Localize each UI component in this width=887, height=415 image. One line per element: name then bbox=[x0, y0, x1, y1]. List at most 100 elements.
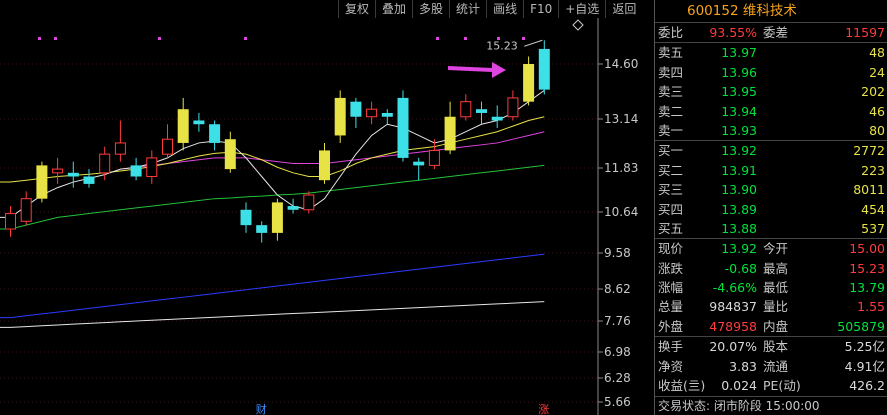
quote-row: 涨跌 -0.68 最高 15.23 bbox=[655, 259, 887, 278]
quote-row: 换手 20.07% 股本 5.25亿 bbox=[655, 337, 887, 356]
weicha-value: 11597 bbox=[845, 25, 885, 40]
axis-tick-label: 5.66 bbox=[604, 395, 631, 409]
quote-label: 卖二 bbox=[658, 103, 684, 119]
axis-tick-label: 11.83 bbox=[604, 161, 638, 175]
quote-value2: 223 bbox=[861, 162, 885, 178]
candle-body bbox=[162, 138, 173, 155]
quote-row: 买五 13.88 537 bbox=[655, 219, 887, 238]
quote-stats: 现价 13.92 今开 15.00 涨跌 -0.68 最高 15.23 涨幅 -4.66% 最低 13… bbox=[655, 239, 887, 336]
candle-body bbox=[240, 209, 252, 226]
quote-label: 外盘 bbox=[658, 318, 684, 334]
candle-body bbox=[209, 124, 221, 143]
quote-label: 买四 bbox=[658, 201, 684, 217]
quote-value2: 24 bbox=[869, 64, 885, 80]
quote-value2: 2772 bbox=[853, 143, 885, 159]
quote-value: 3.83 bbox=[729, 358, 757, 374]
diamond-icon[interactable] bbox=[572, 19, 584, 31]
high-leader-line bbox=[524, 39, 543, 47]
candle-body bbox=[193, 120, 205, 125]
axis-tick-label: 14.60 bbox=[604, 57, 638, 71]
toolbar-button-6[interactable]: +自选 bbox=[558, 0, 605, 18]
quote-label: 买二 bbox=[658, 162, 684, 178]
toolbar-button-1[interactable]: 叠加 bbox=[375, 0, 412, 18]
quote-value: -0.68 bbox=[724, 260, 757, 276]
candle-body bbox=[428, 149, 440, 166]
toolbar-button-4[interactable]: 画线 bbox=[486, 0, 523, 18]
quote-value2: 5.25亿 bbox=[844, 339, 885, 355]
quote-label: 卖三 bbox=[658, 84, 684, 100]
quote-value2: 1.55 bbox=[857, 299, 885, 315]
weicha-label: 委差 bbox=[763, 25, 789, 40]
quote-value: 13.89 bbox=[721, 201, 757, 217]
quote-value: 13.95 bbox=[721, 84, 757, 100]
quote-value: 13.97 bbox=[721, 45, 757, 61]
event-marker[interactable]: 涨 bbox=[538, 403, 549, 415]
candle-body bbox=[491, 116, 503, 121]
candle-body bbox=[83, 176, 95, 184]
quote-value: 13.92 bbox=[721, 241, 757, 257]
candle-body bbox=[20, 198, 32, 222]
toolbar-button-5[interactable]: F10 bbox=[523, 0, 558, 18]
candle-body bbox=[52, 168, 64, 174]
axis-tick-label: 13.14 bbox=[604, 112, 638, 126]
quote-row: 净资 3.83 流通 4.91亿 bbox=[655, 357, 887, 376]
candle-body bbox=[381, 112, 393, 117]
axis-tick-label: 6.98 bbox=[604, 345, 631, 359]
quote-value2: 13.79 bbox=[849, 280, 885, 296]
quote-row: 买二 13.91 223 bbox=[655, 161, 887, 180]
quote-value2: 8011 bbox=[853, 182, 885, 198]
quote-value: 13.96 bbox=[721, 64, 757, 80]
quote-label2: 内盘 bbox=[763, 318, 789, 334]
quote-value2: 4.91亿 bbox=[844, 358, 885, 374]
candle-body bbox=[36, 165, 48, 199]
toolbar-button-2[interactable]: 多股 bbox=[412, 0, 449, 18]
signal-dot bbox=[54, 37, 57, 40]
toolbar-button-0[interactable]: 复权 bbox=[338, 0, 375, 18]
chart-toolbar: 复权 叠加 多股 统计 画线 F10 +自选 返回 bbox=[338, 0, 642, 18]
candle-body bbox=[5, 213, 16, 230]
quote-row: 卖五 13.97 48 bbox=[655, 43, 887, 62]
quote-value2: 80 bbox=[869, 122, 885, 138]
quote-value2: 48 bbox=[869, 45, 885, 61]
quote-value: 13.92 bbox=[721, 143, 757, 159]
buy-order-book: 买一 13.92 2772 买二 13.91 223 买三 13.90 8011 买四 13.89 4… bbox=[655, 141, 887, 238]
ma250-line bbox=[0, 301, 545, 328]
quote-value2: 202 bbox=[861, 84, 885, 100]
high-price-label: 15.23 bbox=[486, 39, 518, 52]
quote-label: 卖四 bbox=[658, 64, 684, 80]
axis-tick-label: 10.64 bbox=[604, 205, 638, 219]
sell-order-book: 卖五 13.97 48 卖四 13.96 24 卖三 13.95 202 卖二 13.94 46 卖一 1… bbox=[655, 43, 887, 140]
signal-dot bbox=[464, 37, 467, 40]
axis-tick-label: 6.28 bbox=[604, 371, 631, 385]
quote-label: 收益(亖) bbox=[658, 378, 706, 394]
quote-label2: 今开 bbox=[763, 241, 789, 257]
fundamentals: 换手 20.07% 股本 5.25亿 净资 3.83 流通 4.91亿 收益(亖) 0.024 PE… bbox=[655, 337, 887, 395]
quote-label: 买五 bbox=[658, 220, 684, 236]
quote-row: 总量 984837 量比 1.55 bbox=[655, 297, 887, 316]
quote-label: 换手 bbox=[658, 339, 684, 355]
quote-panel: 600152 维科技术 委比 93.55% 委差 11597 卖五 13.97 48… bbox=[654, 0, 887, 415]
quote-value2: 426.2 bbox=[849, 378, 885, 394]
toolbar-button-3[interactable]: 统计 bbox=[449, 0, 486, 18]
event-marker[interactable]: 财 bbox=[256, 402, 267, 415]
quote-value2: 454 bbox=[861, 201, 885, 217]
quote-label: 涨跌 bbox=[658, 260, 684, 276]
toolbar-button-7[interactable]: 返回 bbox=[605, 0, 642, 18]
candle-body bbox=[224, 139, 236, 170]
signal-dot bbox=[38, 37, 41, 40]
candle-body bbox=[413, 161, 425, 166]
ma120-line bbox=[0, 253, 545, 319]
candle-body bbox=[507, 97, 519, 118]
quote-row: 外盘 478958 内盘 505879 bbox=[655, 317, 887, 336]
kline-chart[interactable]: 14.60 13.14 11.83 10.64 9.58 8.62 7.76 6.98 6.28… bbox=[0, 0, 654, 415]
candle-body bbox=[319, 150, 330, 181]
quote-value2: 46 bbox=[869, 103, 885, 119]
quote-label2: PE(动) bbox=[763, 378, 801, 394]
quote-label2: 量比 bbox=[763, 299, 789, 315]
quote-value: 478958 bbox=[709, 318, 757, 334]
weibi-row: 委比 93.55% 委差 11597 bbox=[655, 23, 887, 42]
candle-body bbox=[538, 48, 550, 90]
candle-body bbox=[444, 116, 456, 151]
quote-value: 13.90 bbox=[721, 182, 757, 198]
quote-value2: 15.00 bbox=[849, 241, 885, 257]
